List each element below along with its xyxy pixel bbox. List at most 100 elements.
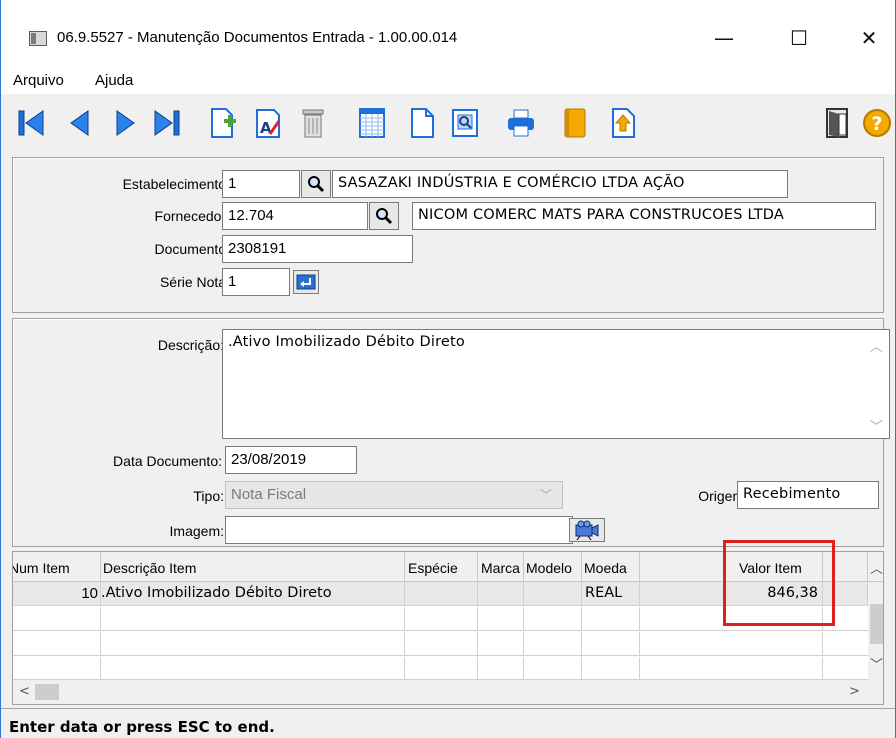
- chevron-down-icon[interactable]: ﹀: [870, 416, 883, 435]
- help-glyph: ?: [871, 113, 882, 135]
- fornecedor-search-button[interactable]: [369, 202, 399, 230]
- origem-input[interactable]: Recebimento: [737, 481, 879, 509]
- empty-cell: [405, 607, 478, 631]
- empty-cell: [582, 632, 640, 656]
- chevron-down-icon: ﹀: [539, 488, 552, 502]
- cell-descricao-item: .Ativo Imobilizado Débito Direto: [101, 582, 405, 606]
- empty-cell: [13, 657, 101, 681]
- last-record-icon[interactable]: [151, 106, 183, 140]
- scroll-down-icon[interactable]: ﹀: [870, 654, 883, 673]
- next-record-icon[interactable]: [109, 106, 141, 140]
- cell-modelo: [524, 582, 582, 606]
- empty-cell: [582, 657, 640, 681]
- serie-nota-input[interactable]: 1: [222, 268, 290, 296]
- first-record-icon[interactable]: [15, 106, 47, 140]
- export-icon[interactable]: [607, 106, 639, 140]
- edit-document-icon[interactable]: A: [252, 106, 284, 140]
- descricao-textarea[interactable]: .Ativo Imobilizado Débito Direto ︿ ﹀: [222, 329, 890, 439]
- empty-cell: [582, 607, 640, 631]
- previous-record-icon[interactable]: [64, 106, 96, 140]
- empty-cell: [405, 657, 478, 681]
- add-document-icon[interactable]: [207, 106, 239, 140]
- scroll-up-icon[interactable]: ︿: [870, 558, 883, 577]
- tipo-value: Nota Fiscal: [231, 486, 307, 503]
- status-text: Enter data or press ESC to end.: [9, 718, 275, 736]
- documento-input[interactable]: 2308191: [222, 235, 413, 263]
- print-icon[interactable]: [505, 106, 537, 140]
- window-title: 06.9.5527 - Manutenção Documentos Entrad…: [57, 29, 458, 46]
- col-descricao-item[interactable]: Descrição Item: [101, 552, 405, 582]
- estabelecimento-label: Estabelecimento:: [122, 176, 230, 192]
- imagem-label: Imagem:: [169, 523, 224, 539]
- close-button[interactable]: ✕: [839, 18, 895, 58]
- horizontal-scroll-thumb[interactable]: [35, 684, 59, 700]
- book-icon[interactable]: [559, 106, 591, 140]
- col-num-item[interactable]: Num Item: [13, 552, 101, 582]
- header-panel: Estabelecimento: 1 SASAZAKI INDÚSTRIA E …: [12, 157, 884, 313]
- origem-label: Origem:: [698, 488, 748, 504]
- cell-moeda: REAL: [582, 582, 640, 606]
- estabelecimento-input[interactable]: 1: [222, 170, 300, 198]
- col-marca[interactable]: Marca: [478, 552, 524, 582]
- tipo-label: Tipo:: [193, 488, 224, 504]
- cell-especie: [405, 582, 478, 606]
- tipo-select: Nota Fiscal ﹀: [225, 481, 563, 509]
- menu-arquivo[interactable]: Arquivo: [13, 72, 64, 89]
- title-bar: 06.9.5527 - Manutenção Documentos Entrad…: [1, 0, 895, 62]
- cell-marca: [478, 582, 524, 606]
- search-icon: [376, 208, 393, 225]
- grid-vertical-scrollbar[interactable]: ︿ ﹀: [868, 562, 883, 680]
- data-documento-input[interactable]: 23/08/2019: [225, 446, 357, 474]
- estabelecimento-name: SASAZAKI INDÚSTRIA E COMÉRCIO LTDA AÇÃO: [332, 170, 788, 198]
- estabelecimento-search-button[interactable]: [301, 170, 331, 198]
- empty-cell: [101, 632, 405, 656]
- imagem-input[interactable]: [225, 516, 573, 544]
- toolbar: A ?: [1, 96, 895, 150]
- cell-num-item: 10: [13, 582, 101, 606]
- grid-horizontal-scrollbar[interactable]: < >: [13, 680, 883, 704]
- empty-cell: [524, 657, 582, 681]
- fornecedor-name: NICOM COMERC MATS PARA CONSTRUCOES LTDA: [412, 202, 876, 230]
- empty-cell: [524, 607, 582, 631]
- status-bar: Enter data or press ESC to end.: [1, 708, 895, 738]
- vertical-scroll-thumb[interactable]: [870, 604, 883, 644]
- empty-cell: [478, 632, 524, 656]
- col-modelo[interactable]: Modelo: [524, 552, 582, 582]
- menu-ajuda[interactable]: Ajuda: [95, 72, 133, 89]
- help-icon[interactable]: ?: [861, 106, 893, 140]
- grid-view-icon[interactable]: [356, 106, 388, 140]
- empty-cell: [640, 632, 823, 656]
- imagem-browse-button[interactable]: [569, 518, 605, 542]
- enter-key-icon: [296, 274, 316, 290]
- minimize-button[interactable]: —: [694, 18, 754, 58]
- app-window: 06.9.5527 - Manutenção Documentos Entrad…: [0, 0, 896, 738]
- app-window-icon: [29, 31, 47, 46]
- empty-cell: [13, 607, 101, 631]
- empty-cell: [101, 607, 405, 631]
- empty-cell: [640, 657, 823, 681]
- data-documento-label: Data Documento:: [113, 453, 222, 469]
- scroll-left-icon[interactable]: <: [19, 684, 30, 699]
- empty-cell: [405, 632, 478, 656]
- col-especie[interactable]: Espécie: [405, 552, 478, 582]
- serie-nota-label: Série Nota:: [159, 274, 230, 290]
- scroll-right-icon[interactable]: >: [849, 684, 860, 699]
- svg-text:A: A: [260, 119, 272, 137]
- highlight-box: [723, 540, 835, 626]
- new-page-icon[interactable]: [406, 106, 438, 140]
- preview-icon[interactable]: [449, 106, 481, 140]
- empty-cell: [478, 607, 524, 631]
- delete-icon[interactable]: [297, 106, 329, 140]
- table-row[interactable]: [13, 632, 868, 656]
- fornecedor-input[interactable]: 12.704: [222, 202, 368, 230]
- empty-cell: [478, 657, 524, 681]
- exit-door-icon[interactable]: [821, 106, 853, 140]
- col-moeda[interactable]: Moeda: [582, 552, 640, 582]
- chevron-up-icon[interactable]: ︿: [870, 336, 883, 355]
- descricao-label: Descrição:: [157, 337, 224, 353]
- table-row[interactable]: [13, 657, 868, 681]
- maximize-button[interactable]: ☐: [769, 18, 829, 58]
- menu-bar: Arquivo Ajuda: [1, 62, 895, 94]
- documento-label: Documento:: [154, 241, 230, 257]
- confirm-enter-button[interactable]: [293, 270, 319, 294]
